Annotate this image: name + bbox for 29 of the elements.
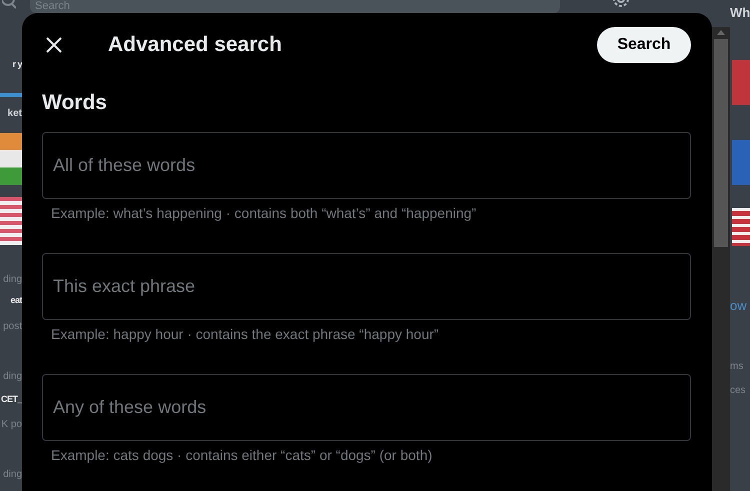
footer-text: ms <box>730 362 744 372</box>
field-hint: Example: cats dogs · contains either “cats” or “dogs” (or both) <box>51 447 434 463</box>
dialog-title: Advanced search <box>108 32 282 58</box>
trend-meta: post <box>3 322 22 332</box>
follow-link[interactable]: ow <box>730 299 747 312</box>
scrollbar-thumb[interactable] <box>714 39 728 247</box>
footer-text: ces <box>730 386 746 396</box>
trend-meta: ket <box>8 109 22 119</box>
flag-drawing <box>0 133 22 185</box>
trend-meta: ding <box>3 470 22 480</box>
field-hint: Example: happy hour · contains the exact phrase “happy hour” <box>51 326 440 342</box>
section-heading: Words <box>42 90 108 116</box>
trend-title: CET_ <box>0 395 22 404</box>
trend-title: r y <box>12 60 22 69</box>
search-icon <box>2 0 16 8</box>
scrollbar[interactable] <box>712 27 730 491</box>
trend-meta: K po <box>1 420 22 430</box>
trend-title: eat <box>10 296 22 305</box>
field-hint: Example: what’s happening · contains both “what’s” and “happening” <box>51 205 478 221</box>
input-field[interactable]: All of these words <box>42 132 691 199</box>
tab-indicator <box>0 93 22 97</box>
close-icon <box>46 37 62 53</box>
input-field[interactable]: This exact phrase <box>42 253 691 320</box>
search-button[interactable]: Search <box>597 27 691 63</box>
trend-meta: ding <box>3 372 22 382</box>
flag-drawing <box>0 197 22 245</box>
input-field[interactable]: Any of these words <box>42 374 691 441</box>
trend-meta: ding <box>3 275 22 285</box>
panel-title: Wh <box>730 6 750 19</box>
